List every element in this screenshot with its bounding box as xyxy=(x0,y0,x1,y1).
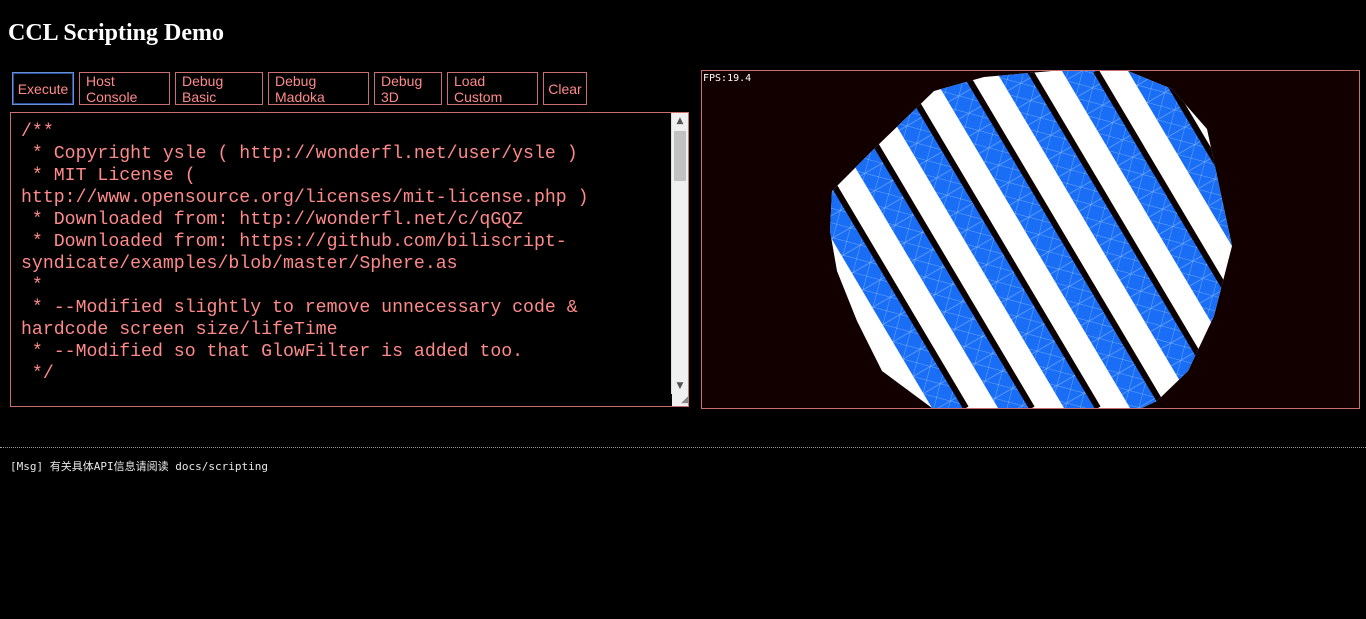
toolbar: Execute Host Console Debug Basic Debug M… xyxy=(12,72,587,105)
debug-basic-button[interactable]: Debug Basic xyxy=(175,72,263,105)
sphere-stripe xyxy=(1260,71,1359,408)
sphere-stripe-mesh xyxy=(702,71,768,408)
sphere-slice-gap xyxy=(1294,71,1359,408)
sphere-stripe-mesh xyxy=(1260,71,1359,408)
debug-madoka-button[interactable]: Debug Madoka xyxy=(268,72,369,105)
player-stage: FPS:19.4 xyxy=(701,70,1360,409)
editor-scrollbar[interactable]: ▲ ▼ xyxy=(671,113,688,394)
divider xyxy=(0,447,1366,448)
code-editor[interactable]: /** * Copyright ysle ( http://wonderfl.n… xyxy=(10,112,689,407)
console-message: [Msg] 有关具体API信息请阅读 docs/scripting xyxy=(10,460,268,473)
sphere-slice-gap xyxy=(830,71,837,408)
sphere-stripe xyxy=(830,71,834,408)
sphere-render xyxy=(702,71,1359,408)
load-custom-button[interactable]: Load Custom xyxy=(447,72,538,105)
sphere-stripe-mesh xyxy=(830,71,834,408)
resize-handle-icon[interactable]: ◢ xyxy=(672,394,688,406)
sphere-slice-gap xyxy=(1225,71,1232,408)
scroll-down-icon[interactable]: ▼ xyxy=(672,378,688,394)
sphere-slice-gap xyxy=(702,71,768,408)
host-console-button[interactable]: Host Console xyxy=(79,72,170,105)
code-text[interactable]: /** * Copyright ysle ( http://wonderfl.n… xyxy=(21,121,671,385)
execute-button[interactable]: Execute xyxy=(12,72,74,105)
sphere-stripe xyxy=(702,71,768,408)
page-title: CCL Scripting Demo xyxy=(8,20,224,46)
fps-counter: FPS:19.4 xyxy=(703,73,752,84)
scrollbar-thumb[interactable] xyxy=(674,131,686,181)
scroll-up-icon[interactable]: ▲ xyxy=(672,113,688,129)
debug-3d-button[interactable]: Debug 3D xyxy=(374,72,442,105)
sphere-stripes xyxy=(702,71,1359,408)
clear-button[interactable]: Clear xyxy=(543,72,587,105)
